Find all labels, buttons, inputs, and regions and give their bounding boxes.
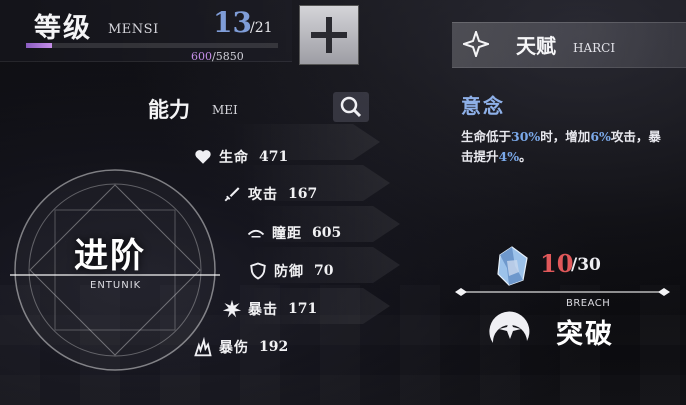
flame-icon xyxy=(193,337,213,357)
skill-description: 生命低于30%时，增加6%攻击，暴击提升4%。 xyxy=(461,127,673,167)
level-title: 等级 xyxy=(34,13,92,44)
stat-name: 攻击 xyxy=(248,187,278,203)
stat-row-hp: 生命 471 xyxy=(193,145,288,169)
advance-subtitle: ENTUNIK xyxy=(90,280,142,291)
desc-highlight: 6% xyxy=(590,129,611,144)
stat-row-crit: 暴击 171 xyxy=(222,297,317,321)
breach-icon[interactable] xyxy=(483,305,537,353)
breach-button[interactable]: 突破 xyxy=(556,312,614,351)
eye-icon xyxy=(246,223,266,243)
desc-text: 生命低于 xyxy=(461,129,512,144)
level-up-button[interactable] xyxy=(299,5,359,65)
xp-bar xyxy=(26,43,278,48)
stat-value: 605 xyxy=(312,225,342,241)
stat-detail-button[interactable] xyxy=(333,92,369,122)
level-current: 13 xyxy=(213,6,252,39)
stat-name: 生命 xyxy=(219,150,249,166)
ability-title: 能力 xyxy=(148,97,190,122)
stat-value: 192 xyxy=(259,339,289,355)
search-icon xyxy=(340,96,362,118)
stat-name: 暴伤 xyxy=(219,340,249,356)
stat-row-defense: 防御 70 xyxy=(248,259,333,283)
stat-row-critdmg: 暴伤 192 xyxy=(193,335,288,359)
xp-current: 600 xyxy=(191,50,212,63)
sword-icon xyxy=(222,184,242,204)
level-max: /21 xyxy=(250,20,273,36)
stat-value: 171 xyxy=(288,301,318,317)
stat-value: 471 xyxy=(259,149,289,165)
desc-text: 时，增加 xyxy=(540,129,591,144)
stat-value: 70 xyxy=(314,263,334,279)
ability-subtitle: MEI xyxy=(212,103,238,117)
breach-count: 10 xyxy=(540,249,574,278)
burst-icon xyxy=(222,299,242,319)
stat-row-attack: 攻击 167 xyxy=(222,182,317,206)
advance-title: 进阶 xyxy=(74,236,146,276)
heart-icon xyxy=(193,147,213,167)
level-subtitle: MENSI xyxy=(108,22,159,37)
stat-row-distance: 瞳距 605 xyxy=(246,221,341,245)
plus-icon xyxy=(311,17,347,53)
desc-highlight: 30% xyxy=(511,129,541,144)
xp-total: /5850 xyxy=(212,50,244,63)
stat-name: 防御 xyxy=(274,264,304,280)
stat-name: 暴击 xyxy=(248,302,278,318)
breach-max: /30 xyxy=(571,255,601,275)
talent-subtitle: HARCI xyxy=(573,41,616,55)
xp-text: 600/5850 xyxy=(191,50,244,63)
xp-bar-fill xyxy=(26,43,52,48)
breach-small-label: BREACH xyxy=(566,298,611,309)
breach-divider xyxy=(455,288,670,296)
desc-highlight: 4% xyxy=(498,149,520,164)
stat-value: 167 xyxy=(288,186,318,202)
breach-crystal-icon xyxy=(497,246,528,286)
stat-name: 瞳距 xyxy=(272,226,302,242)
talent-title: 天赋 xyxy=(516,34,556,58)
shield-icon xyxy=(248,261,268,281)
desc-text: 。 xyxy=(519,149,532,164)
sparkle-icon xyxy=(463,31,489,57)
skill-name: 意念 xyxy=(461,94,505,118)
